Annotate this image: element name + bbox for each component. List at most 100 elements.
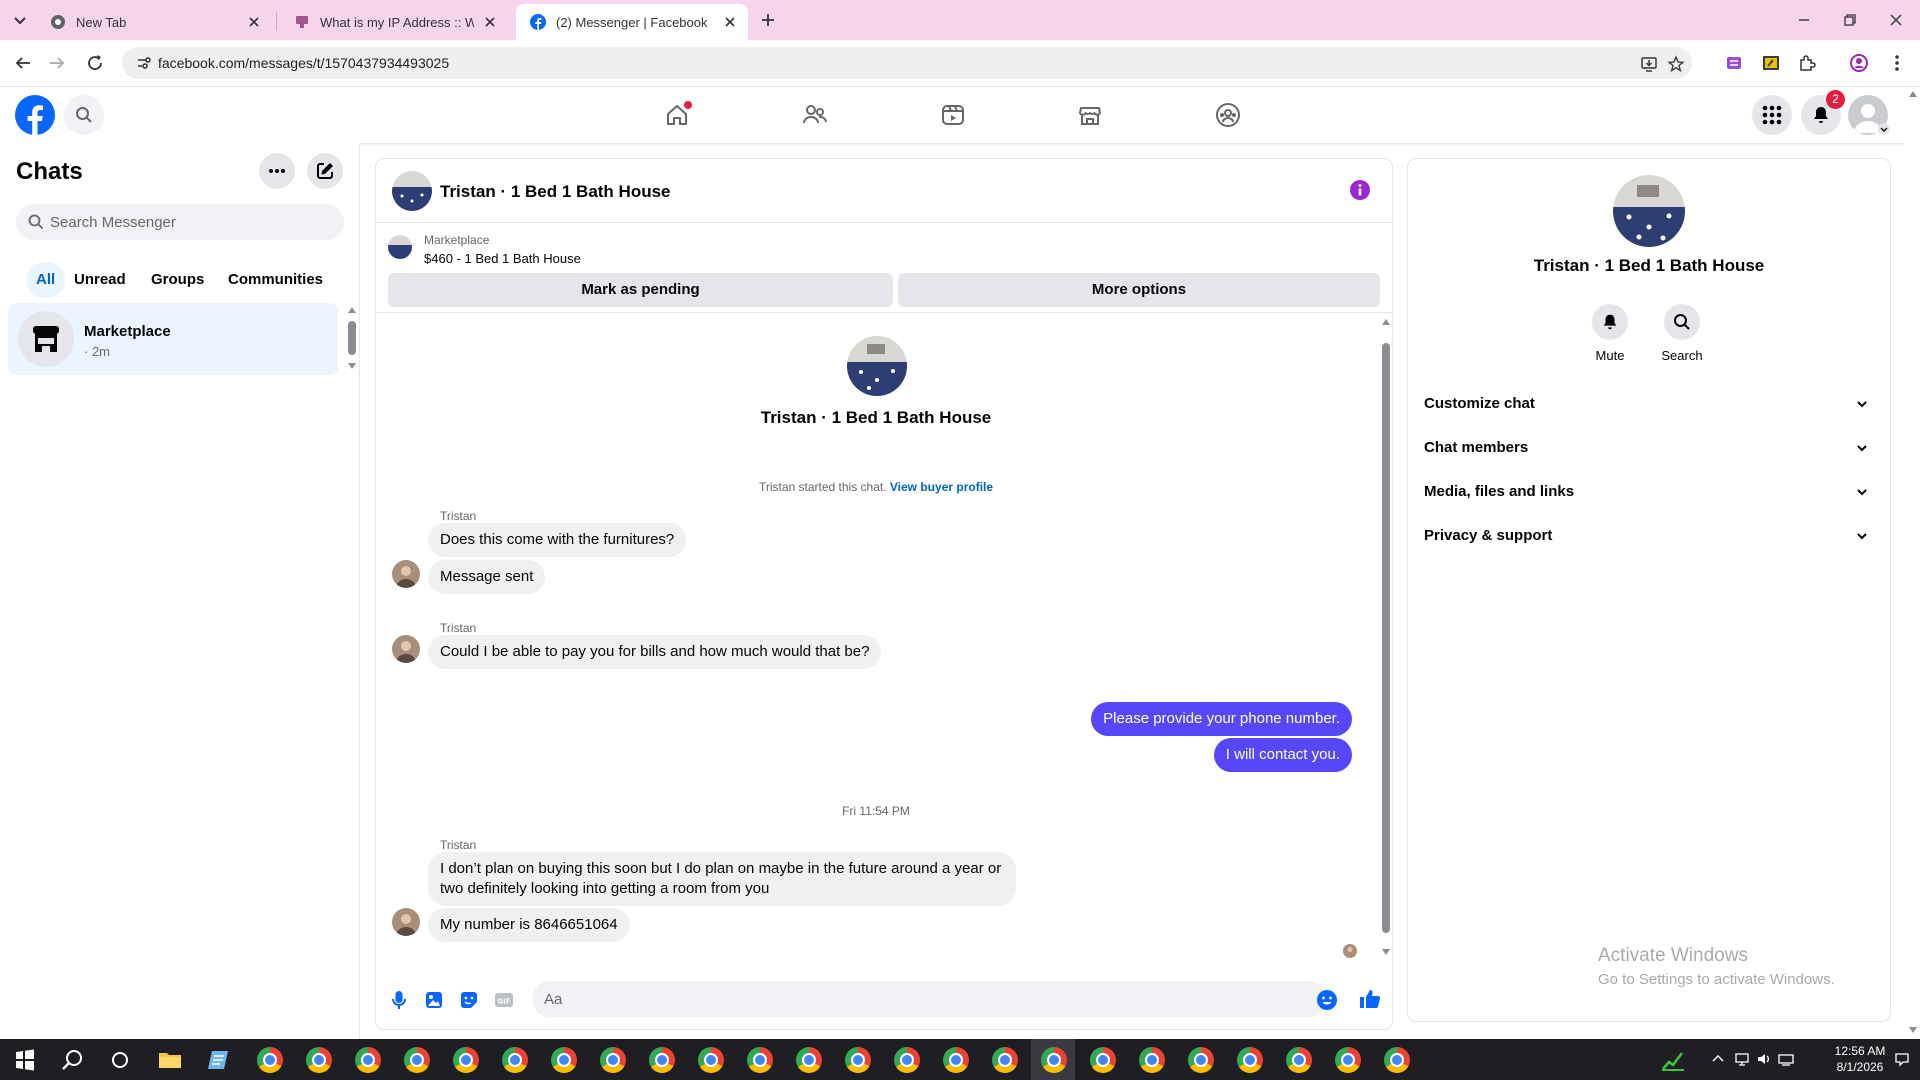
search-circle[interactable]: [1664, 304, 1700, 340]
messenger-search[interactable]: [16, 204, 344, 240]
chrome-taskbar-icon[interactable]: [551, 1047, 577, 1073]
browser-tab-messenger[interactable]: (2) Messenger | Facebook: [516, 4, 748, 40]
conversation-scrollbar-thumb[interactable]: [1382, 343, 1390, 933]
sidebar-scrollbar-thumb[interactable]: [348, 321, 356, 355]
message-bubble-incoming[interactable]: Could I be able to pay you for bills and…: [428, 635, 882, 669]
file-explorer-icon[interactable]: [157, 1047, 183, 1073]
browser-menu-icon[interactable]: [1886, 52, 1908, 74]
action-center-icon[interactable]: [1894, 1051, 1910, 1067]
message-bubble-incoming[interactable]: My number is 8646651064: [428, 908, 630, 942]
back-icon[interactable]: [12, 52, 34, 74]
nav-video-tab[interactable]: [898, 91, 1008, 139]
message-bubble-incoming[interactable]: I don’t plan on buying this soon but I d…: [428, 852, 1016, 906]
task-view-icon[interactable]: [107, 1047, 133, 1073]
chrome-profile-icon[interactable]: [1848, 52, 1870, 74]
info-icon[interactable]: [1350, 180, 1370, 200]
network-chart-icon[interactable]: [1660, 1047, 1686, 1073]
chrome-taskbar-icon[interactable]: [1237, 1047, 1263, 1073]
address-bar[interactable]: facebook.com/messages/t/1570437934493025: [122, 47, 1692, 79]
windows-start-icon[interactable]: [12, 1047, 38, 1073]
sticker-icon[interactable]: [458, 989, 480, 1011]
chrome-taskbar-icon[interactable]: [1041, 1047, 1067, 1073]
chrome-taskbar-icon[interactable]: [1188, 1047, 1214, 1073]
sender-avatar[interactable]: [392, 560, 420, 588]
filter-all-tab[interactable]: All: [26, 262, 66, 298]
system-clock[interactable]: 12:56 AM 8/1/2026: [1830, 1043, 1890, 1075]
chrome-taskbar-icon[interactable]: [1286, 1047, 1312, 1073]
chrome-taskbar-icon[interactable]: [894, 1047, 920, 1073]
message-bubble-incoming[interactable]: Does this come with the furnitures?: [428, 523, 687, 557]
chrome-taskbar-icon[interactable]: [796, 1047, 822, 1073]
tray-chevron-up-icon[interactable]: [1710, 1051, 1726, 1067]
message-input[interactable]: [544, 981, 1284, 1017]
notepad-app-icon[interactable]: [206, 1047, 232, 1073]
thumbs-up-icon[interactable]: [1358, 987, 1382, 1011]
chrome-taskbar-icon[interactable]: [698, 1047, 724, 1073]
nav-groups-tab[interactable]: [1173, 91, 1283, 139]
more-options-button[interactable]: More options: [898, 273, 1380, 307]
sidebar-scroll-up-icon[interactable]: [348, 307, 356, 313]
microphone-icon[interactable]: [388, 989, 410, 1011]
account-chevron-icon[interactable]: [1878, 123, 1890, 135]
chrome-taskbar-icon[interactable]: [502, 1047, 528, 1073]
message-bubble-incoming[interactable]: Message sent: [428, 560, 546, 594]
view-buyer-profile-link[interactable]: View buyer profile: [890, 480, 993, 494]
mute-circle[interactable]: [1592, 304, 1628, 340]
menu-button[interactable]: [1752, 95, 1792, 135]
nav-home-tab[interactable]: [622, 91, 732, 139]
conversation-scrollbar[interactable]: [1378, 319, 1390, 959]
chrome-taskbar-icon[interactable]: [355, 1047, 381, 1073]
filter-unread-tab[interactable]: Unread: [64, 262, 136, 298]
display-icon[interactable]: [1778, 1051, 1794, 1067]
browser-tab-ip-address[interactable]: What is my IP Address :: WebBr: [280, 4, 508, 40]
chrome-taskbar-icon[interactable]: [1335, 1047, 1361, 1073]
search-in-chat-button[interactable]: Search: [1647, 304, 1717, 363]
chrome-taskbar-icon[interactable]: [1139, 1047, 1165, 1073]
new-tab-icon[interactable]: [758, 10, 778, 30]
extensions-puzzle-icon[interactable]: [1796, 52, 1818, 74]
chat-members-section[interactable]: Chat members: [1424, 426, 1874, 470]
extension-yellow-icon[interactable]: [1760, 52, 1782, 74]
message-input-box[interactable]: [532, 981, 1328, 1017]
close-icon[interactable]: [246, 14, 262, 30]
chrome-taskbar-icon[interactable]: [992, 1047, 1018, 1073]
scroll-down-icon[interactable]: [1382, 949, 1390, 955]
chrome-taskbar-icon[interactable]: [306, 1047, 332, 1073]
close-icon[interactable]: [482, 14, 498, 30]
restore-icon[interactable]: [1838, 8, 1862, 32]
message-bubble-outgoing[interactable]: Please provide your phone number.: [1091, 702, 1352, 736]
chat-list-item[interactable]: Marketplace · 2m: [8, 303, 338, 375]
chat-options-button[interactable]: [259, 153, 295, 189]
message-bubble-outgoing[interactable]: I will contact you.: [1213, 738, 1352, 772]
scroll-up-icon[interactable]: [1382, 319, 1390, 325]
chrome-taskbar-icon[interactable]: [845, 1047, 871, 1073]
close-icon[interactable]: [722, 14, 738, 30]
chrome-taskbar-icon[interactable]: [1090, 1047, 1116, 1073]
media-files-links-section[interactable]: Media, files and links: [1424, 470, 1874, 514]
page-scrollbar[interactable]: [1906, 87, 1920, 1039]
nav-marketplace-tab[interactable]: [1035, 91, 1145, 139]
filter-communities-tab[interactable]: Communities: [218, 262, 333, 298]
chrome-taskbar-icon[interactable]: [600, 1047, 626, 1073]
new-message-button[interactable]: [307, 153, 343, 189]
conversation-avatar[interactable]: [392, 171, 432, 211]
gif-icon[interactable]: GIF: [493, 989, 515, 1011]
listing-price-title[interactable]: $460 - 1 Bed 1 Bath House: [424, 251, 581, 266]
sender-avatar[interactable]: [392, 908, 420, 936]
forward-icon[interactable]: [46, 52, 68, 74]
search-messenger-input[interactable]: [50, 204, 330, 240]
sidebar-scroll-down-icon[interactable]: [348, 363, 356, 369]
bookmark-star-icon[interactable]: [1667, 55, 1685, 73]
chrome-taskbar-icon[interactable]: [649, 1047, 675, 1073]
site-info-icon[interactable]: [136, 55, 152, 71]
extension-purple-icon[interactable]: [1723, 52, 1745, 74]
browser-tab-new-tab[interactable]: New Tab: [36, 4, 272, 40]
facebook-logo-icon[interactable]: [15, 95, 55, 135]
chrome-taskbar-icon[interactable]: [943, 1047, 969, 1073]
chrome-taskbar-icon[interactable]: [453, 1047, 479, 1073]
mark-as-pending-button[interactable]: Mark as pending: [388, 273, 893, 307]
facebook-search-button[interactable]: [64, 95, 104, 135]
conversation-title[interactable]: Tristan · 1 Bed 1 Bath House: [440, 182, 671, 202]
minimize-icon[interactable]: [1792, 8, 1816, 32]
photo-icon[interactable]: [423, 989, 445, 1011]
